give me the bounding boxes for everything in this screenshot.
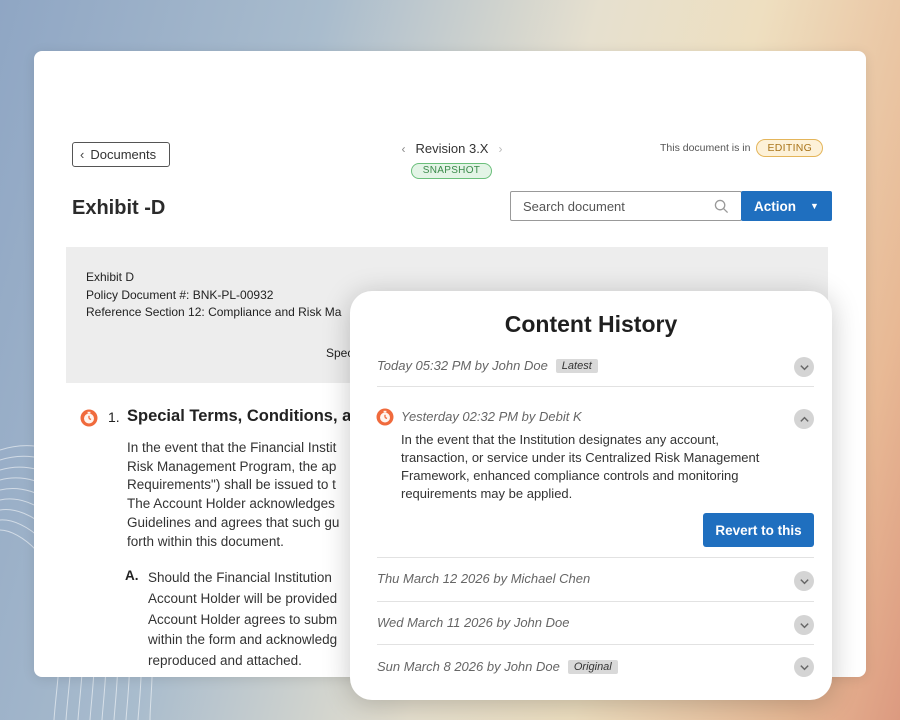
page-title: Exhibit -D [72,197,166,219]
revert-button[interactable]: Revert to this [703,513,814,547]
history-entry[interactable]: Sun March 8 2026 by John Doe Original [377,645,814,687]
content-history-popover: Content History Today 05:32 PM by John D… [350,291,832,700]
action-button[interactable]: Action ▼ [741,191,832,221]
back-to-documents-button[interactable]: ‹ Documents [72,142,170,167]
chevron-down-icon[interactable] [794,357,814,377]
section-body: In the event that the Financial Instit R… [127,440,340,549]
clock-icon[interactable] [80,409,98,427]
revision-label: Revision 3.X [415,141,489,156]
history-entry-meta: Wed March 11 2026 by John Doe [377,615,569,630]
chevron-down-icon[interactable] [794,657,814,677]
section-number: 1. [108,409,120,425]
revision-switcher: ‹ Revision 3.X › [392,141,512,156]
history-entry[interactable]: Thu March 12 2026 by Michael Chen [377,558,814,602]
history-entry[interactable]: Wed March 11 2026 by John Doe [377,602,814,645]
search-icon [714,199,729,213]
latest-tag: Latest [555,358,598,373]
history-entry-meta: Yesterday 02:32 PM by Debit K [401,409,582,424]
chevron-right-icon[interactable]: › [498,142,502,156]
search-placeholder: Search document [523,198,625,214]
header-line: Policy Document #: BNK-PL-00932 [86,288,274,302]
section-heading: Special Terms, Conditions, an [127,407,362,425]
history-entry-meta: Thu March 12 2026 by Michael Chen [377,571,590,586]
status-prefix: This document is in [660,142,751,154]
chevron-down-icon[interactable] [794,571,814,591]
search-input[interactable]: Search document [510,191,742,221]
history-entry-text: Sun March 8 2026 by John Doe [377,659,560,674]
history-entry-expanded[interactable]: Yesterday 02:32 PM by Debit K In the eve… [376,387,814,558]
clock-icon [376,408,394,426]
history-entry-text: Yesterday 02:32 PM by Debit K [401,409,582,424]
history-entry[interactable]: Today 05:32 PM by John Doe Latest [377,349,814,387]
history-entry-text: Thu March 12 2026 by Michael Chen [377,571,591,586]
chevron-left-icon[interactable]: ‹ [402,142,406,156]
back-button-label: Documents [90,147,157,162]
subitem-label: A. [125,568,139,583]
document-status: This document is in EDITING [660,139,824,157]
caret-down-icon: ▼ [810,201,819,211]
editing-badge: EDITING [756,139,824,157]
snapshot-badge: SNAPSHOT [411,163,492,179]
header-line: Reference Section 12: Compliance and Ris… [86,305,342,319]
history-entry-text: Today 05:32 PM by John Doe [377,358,548,373]
chevron-down-icon[interactable] [794,615,814,635]
history-entry-meta: Sun March 8 2026 by John Doe Original [377,659,618,674]
action-button-label: Action [754,198,797,214]
history-title: Content History [504,311,678,337]
header-line: Exhibit D [86,270,135,284]
history-entry-content: In the event that the Institution design… [401,432,760,501]
chevron-up-icon[interactable] [794,409,814,429]
history-entry-text: Wed March 11 2026 by John Doe [377,615,570,630]
original-tag: Original [567,659,618,674]
history-entry-meta: Today 05:32 PM by John Doe Latest [377,358,598,373]
chevron-left-icon: ‹ [80,147,85,162]
subitem-body: Should the Financial Institution Account… [148,570,338,669]
